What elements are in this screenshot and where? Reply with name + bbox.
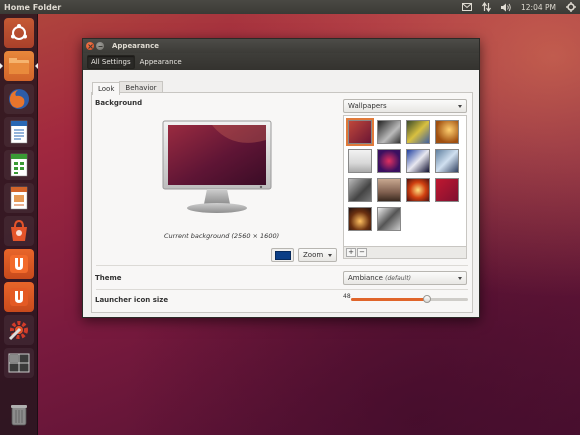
wallpaper-source-value: Wallpapers — [348, 102, 387, 110]
wallpaper-source-dropdown[interactable]: Wallpapers — [343, 99, 467, 113]
color-swatch — [274, 250, 291, 260]
theme-value-group: Ambiance (default) — [348, 274, 411, 282]
dash-home-icon[interactable] — [4, 18, 34, 48]
wallpaper-thumb[interactable] — [377, 149, 401, 173]
writer-icon[interactable] — [4, 117, 34, 147]
wallpaper-thumb[interactable] — [406, 149, 430, 173]
wallpaper-thumb[interactable] — [406, 178, 430, 202]
slider-handle[interactable] — [423, 295, 432, 303]
minimize-button[interactable] — [96, 42, 104, 50]
wallpaper-thumb[interactable] — [377, 178, 401, 202]
gear-icon[interactable] — [565, 2, 576, 12]
wallpaper-thumb[interactable] — [406, 120, 430, 144]
remove-wallpaper-button[interactable]: − — [357, 248, 367, 257]
slider-fill — [351, 298, 428, 301]
volume-icon[interactable] — [501, 2, 512, 12]
close-button[interactable] — [86, 42, 94, 50]
appearance-breadcrumb[interactable]: Appearance — [137, 56, 185, 68]
trash-icon[interactable] — [4, 400, 34, 430]
theme-default-tag: (default) — [385, 275, 411, 282]
system-tray: 12:04 PM — [461, 2, 576, 12]
wallpaper-thumb[interactable] — [377, 120, 401, 144]
theme-label: Theme — [95, 274, 122, 282]
window-titlebar[interactable]: Appearance — [83, 39, 479, 53]
chevron-down-icon — [458, 276, 462, 280]
wallpaper-thumb[interactable] — [377, 207, 401, 231]
active-app-title: Home Folder — [4, 2, 62, 12]
launcher-size-label: Launcher icon size — [95, 296, 169, 304]
files-icon[interactable] — [4, 51, 34, 81]
software-center-icon[interactable] — [4, 216, 34, 246]
background-label: Background — [95, 99, 143, 107]
theme-dropdown[interactable]: Ambiance (default) — [343, 271, 467, 285]
clock[interactable]: 12:04 PM — [521, 3, 556, 12]
zoom-dropdown[interactable]: Zoom — [298, 248, 337, 262]
ubuntu-one-icon[interactable] — [4, 249, 34, 279]
launcher-size-slider[interactable] — [351, 295, 468, 303]
wallpaper-thumb[interactable] — [435, 149, 459, 173]
launcher-size-value: 48 — [343, 293, 351, 300]
focused-indicator — [35, 63, 38, 69]
top-panel: Home Folder 12:04 PM — [0, 0, 580, 14]
all-settings-button[interactable]: All Settings — [87, 54, 135, 69]
color-button[interactable] — [271, 248, 294, 262]
envelope-icon[interactable] — [461, 2, 472, 12]
wallpaper-thumb[interactable] — [348, 178, 372, 202]
separator — [96, 265, 468, 266]
ubuntu-one-music-icon[interactable] — [4, 282, 34, 312]
workspace-switcher-icon[interactable] — [4, 348, 34, 378]
firefox-icon[interactable] — [4, 84, 34, 114]
window-toolbar: All Settings Appearance — [83, 53, 479, 70]
window-title: Appearance — [112, 42, 159, 50]
chevron-down-icon — [458, 104, 462, 108]
calc-icon[interactable] — [4, 150, 34, 180]
running-indicator — [0, 63, 3, 69]
wallpaper-thumb[interactable] — [348, 207, 372, 231]
background-caption: Current background (2560 × 1600) — [164, 232, 280, 240]
theme-value: Ambiance — [348, 274, 383, 282]
wallpaper-thumb[interactable] — [435, 120, 459, 144]
background-preview — [162, 120, 272, 218]
chevron-down-icon — [328, 253, 332, 257]
wallpaper-gallery — [343, 115, 467, 247]
tab-look[interactable]: Look — [92, 82, 121, 95]
network-icon[interactable] — [481, 2, 492, 12]
zoom-value: Zoom — [303, 251, 324, 259]
launcher — [0, 14, 38, 435]
wallpaper-thumb[interactable] — [346, 118, 374, 146]
appearance-window: Appearance All Settings Appearance Look … — [82, 38, 480, 318]
gallery-toolbar: + − — [343, 247, 467, 259]
wallpaper-thumb[interactable] — [348, 149, 372, 173]
add-wallpaper-button[interactable]: + — [346, 248, 356, 257]
separator — [96, 289, 468, 290]
system-settings-icon[interactable] — [4, 315, 34, 345]
look-panel: Background Current background (2560 × 16… — [91, 92, 473, 313]
wallpaper-thumb[interactable] — [435, 178, 459, 202]
impress-icon[interactable] — [4, 183, 34, 213]
